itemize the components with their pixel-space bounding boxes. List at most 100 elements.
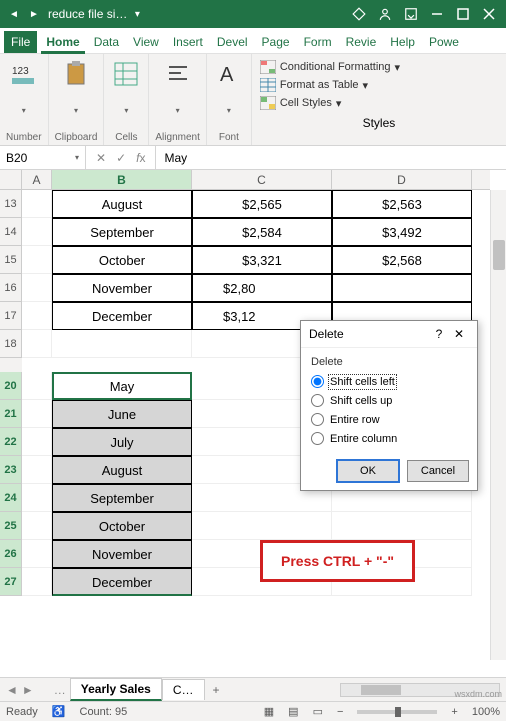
tab-insert[interactable]: Insert (166, 31, 210, 53)
col-C[interactable]: C (192, 170, 332, 189)
cell[interactable]: $2,565 (192, 190, 332, 218)
zoom-level[interactable]: 100% (472, 706, 500, 718)
scroll-thumb[interactable] (361, 685, 401, 695)
row-27[interactable]: 27 (0, 568, 22, 596)
cell[interactable] (332, 274, 472, 302)
vertical-scrollbar[interactable] (490, 190, 506, 660)
zoom-knob[interactable] (395, 707, 401, 717)
cell[interactable]: October (52, 246, 192, 274)
view-normal-icon[interactable]: ▦ (264, 705, 274, 718)
nav-fwd-icon[interactable]: ► (24, 9, 44, 20)
close-icon[interactable]: ✕ (449, 327, 469, 341)
active-cell[interactable]: May (52, 372, 192, 400)
cancel-button[interactable]: Cancel (407, 460, 469, 482)
row-22[interactable]: 22 (0, 428, 22, 456)
formula-input[interactable]: May (156, 146, 506, 169)
zoom-in-icon[interactable]: + (451, 706, 457, 718)
cell[interactable]: $3,321 (192, 246, 332, 274)
add-sheet-icon[interactable]: + (205, 683, 228, 697)
row-25[interactable]: 25 (0, 512, 22, 540)
group-cells[interactable]: ▾ Cells (104, 54, 149, 145)
row-24[interactable]: 24 (0, 484, 22, 512)
sheet-nav-prev-icon[interactable]: ◄ (6, 683, 18, 697)
view-break-icon[interactable]: ▭ (313, 705, 323, 718)
row-15[interactable]: 15 (0, 246, 22, 274)
cell[interactable]: $2,80 (192, 274, 332, 302)
cell[interactable]: July (52, 428, 192, 456)
cell[interactable]: December (52, 302, 192, 330)
row-13[interactable]: 13 (0, 190, 22, 218)
accessibility-icon[interactable]: ♿ (52, 705, 66, 718)
minimize-icon[interactable] (424, 0, 450, 28)
group-font[interactable]: A ▾ Font (207, 54, 252, 145)
zoom-out-icon[interactable]: − (337, 706, 343, 718)
tab-review[interactable]: Revie (339, 31, 384, 53)
ribbon-options-icon[interactable] (398, 0, 424, 28)
group-number[interactable]: 123 ▾ Number (0, 54, 49, 145)
cell-styles-button[interactable]: Cell Styles▾ (260, 94, 498, 112)
col-D[interactable]: D (332, 170, 472, 189)
sheet-tab-next[interactable]: C… (162, 679, 205, 700)
group-clipboard[interactable]: ▾ Clipboard (49, 54, 105, 145)
cell[interactable]: October (52, 512, 192, 540)
cell[interactable]: September (52, 218, 192, 246)
cell[interactable]: November (52, 274, 192, 302)
cell[interactable] (52, 330, 192, 358)
row-headers[interactable]: 13 14 15 16 17 18 20 21 22 23 24 25 26 2… (0, 190, 22, 596)
row-23[interactable]: 23 (0, 456, 22, 484)
opt-entire-col[interactable]: Entire column (311, 429, 467, 448)
tab-page[interactable]: Page (255, 31, 297, 53)
format-as-table-button[interactable]: Format as Table▾ (260, 76, 498, 94)
dropdown-icon[interactable]: ▾ (75, 153, 79, 162)
tab-developer[interactable]: Devel (210, 31, 255, 53)
accept-formula-icon[interactable]: ✓ (116, 151, 126, 165)
group-alignment[interactable]: ▾ Alignment (149, 54, 206, 145)
user-icon[interactable] (372, 0, 398, 28)
cell[interactable]: $3,492 (332, 218, 472, 246)
cell[interactable]: November (52, 540, 192, 568)
cell[interactable]: $2,563 (332, 190, 472, 218)
ok-button[interactable]: OK (337, 460, 399, 482)
row-21[interactable]: 21 (0, 400, 22, 428)
opt-shift-up[interactable]: Shift cells up (311, 391, 467, 410)
radio[interactable] (311, 432, 324, 445)
radio[interactable] (311, 394, 324, 407)
cancel-formula-icon[interactable]: ✕ (96, 151, 106, 165)
close-icon[interactable] (476, 0, 502, 28)
select-all-corner[interactable] (0, 170, 22, 190)
tab-power[interactable]: Powe (422, 31, 466, 53)
cell[interactable]: August (52, 190, 192, 218)
help-icon[interactable]: ? (429, 327, 449, 341)
maximize-icon[interactable] (450, 0, 476, 28)
row-16[interactable]: 16 (0, 274, 22, 302)
cell[interactable]: $2,584 (192, 218, 332, 246)
premium-icon[interactable] (346, 0, 372, 28)
cell[interactable]: September (52, 484, 192, 512)
radio[interactable] (311, 375, 324, 388)
tab-home[interactable]: Home (39, 31, 86, 53)
tab-view[interactable]: View (126, 31, 166, 53)
fx-icon[interactable]: fx (136, 151, 145, 165)
sheet-nav-next-icon[interactable]: ► (22, 683, 34, 697)
zoom-slider[interactable] (357, 710, 437, 714)
row-18[interactable]: 18 (0, 330, 22, 358)
opt-entire-row[interactable]: Entire row (311, 410, 467, 429)
col-A[interactable]: A (22, 170, 52, 189)
title-dropdown-icon[interactable]: ▾ (127, 9, 147, 20)
cell[interactable]: $2,568 (332, 246, 472, 274)
sheet-tab-active[interactable]: Yearly Sales (70, 678, 162, 701)
tab-file[interactable]: File (4, 31, 37, 53)
tab-help[interactable]: Help (383, 31, 422, 53)
cell[interactable]: December (52, 568, 192, 596)
row-26[interactable]: 26 (0, 540, 22, 568)
nav-back-icon[interactable]: ◄ (4, 9, 24, 20)
row-14[interactable]: 14 (0, 218, 22, 246)
conditional-formatting-button[interactable]: Conditional Formatting▾ (260, 58, 498, 76)
tab-data[interactable]: Data (87, 31, 126, 53)
radio[interactable] (311, 413, 324, 426)
cell[interactable]: June (52, 400, 192, 428)
row-17[interactable]: 17 (0, 302, 22, 330)
cell[interactable]: August (52, 456, 192, 484)
opt-shift-left[interactable]: Shift cells left (311, 372, 467, 391)
row-20[interactable]: 20 (0, 372, 22, 400)
